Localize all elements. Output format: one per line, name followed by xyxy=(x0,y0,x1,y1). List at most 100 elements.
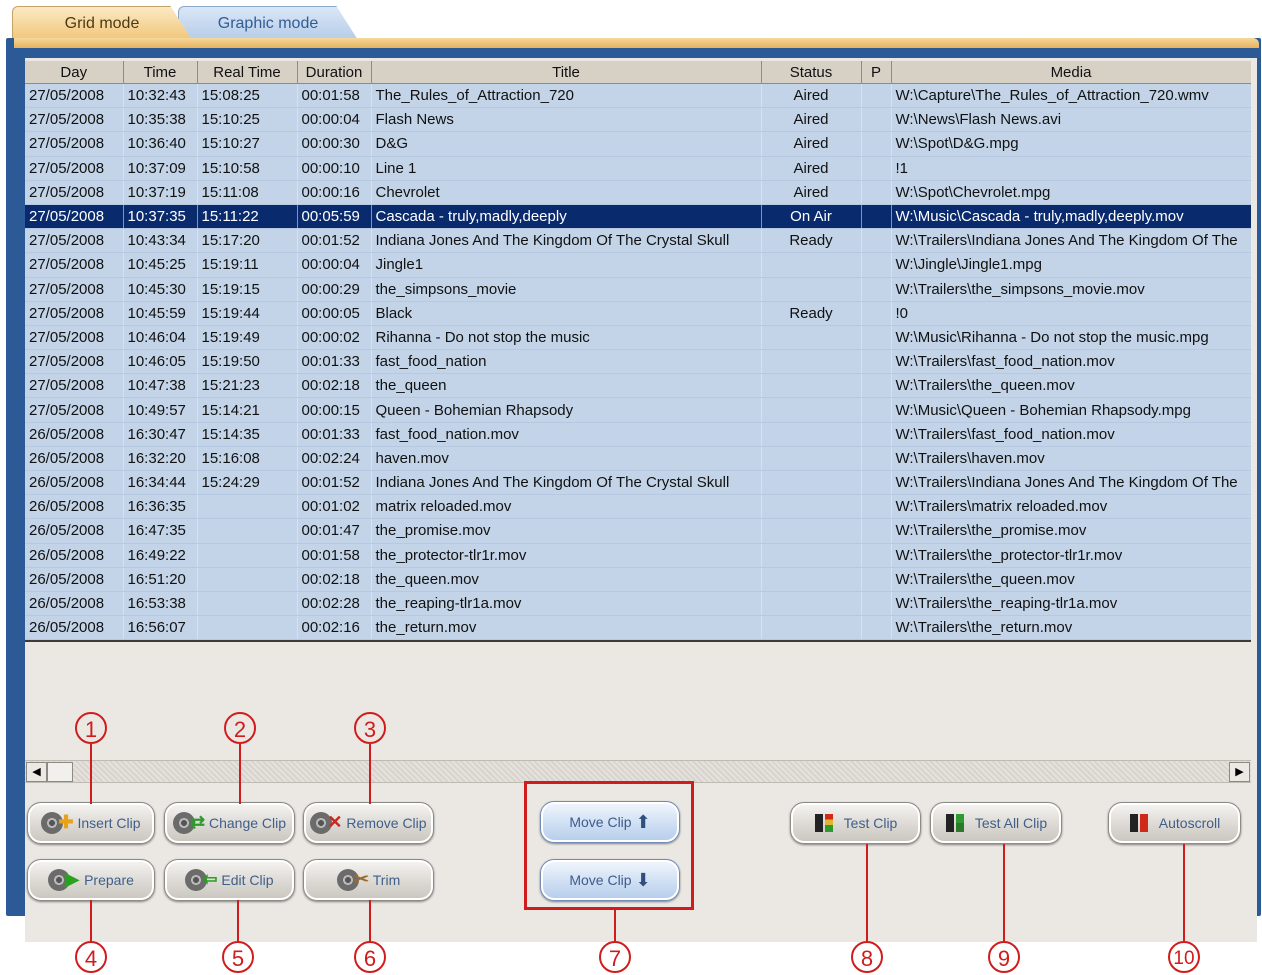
change-clip-button[interactable]: ⇄ Change Clip xyxy=(164,802,295,844)
cell-real-time: 15:11:22 xyxy=(197,204,298,230)
cell-day: 26/05/2008 xyxy=(25,470,124,496)
table-row[interactable]: 27/05/2008 10:49:57 15:14:21 00:00:15 Queen … xyxy=(25,397,1251,423)
cell-day: 27/05/2008 xyxy=(25,107,124,133)
cell-real-time: 15:19:11 xyxy=(197,252,298,278)
trim-button[interactable]: ✂ Trim xyxy=(303,859,434,901)
cell-media: W:\Jingle\Jingle1.mpg xyxy=(891,252,1251,278)
table-row[interactable]: 27/05/2008 10:45:30 15:19:15 00:00:29 the_si… xyxy=(25,277,1251,302)
reel-plus-icon: ✚ xyxy=(41,810,74,836)
cell-media: W:\Trailers\haven.mov xyxy=(891,446,1251,472)
cell-day: 26/05/2008 xyxy=(25,446,124,472)
cell-duration: 00:00:05 xyxy=(297,301,372,326)
cell-time: 10:37:19 xyxy=(123,180,198,205)
playlist-table: Day Time Real Time Duration Title Status… xyxy=(25,61,1251,640)
cell-time: 10:45:30 xyxy=(123,277,198,302)
autoscroll-button[interactable]: Autoscroll xyxy=(1108,802,1241,844)
column-header-duration[interactable]: Duration xyxy=(297,61,372,84)
panel-header-band xyxy=(14,38,1259,48)
cell-media: W:\Trailers\fast_food_nation.mov xyxy=(891,422,1251,447)
column-header-status[interactable]: Status xyxy=(761,61,862,84)
cell-real-time xyxy=(197,494,298,520)
table-row[interactable]: 27/05/2008 10:46:05 15:19:50 00:01:33 fast_f… xyxy=(25,349,1251,375)
cell-time: 10:45:25 xyxy=(123,252,198,278)
table-row[interactable]: 27/05/2008 10:37:35 15:11:22 00:05:59 Cascad… xyxy=(25,204,1251,230)
table-row[interactable]: 27/05/2008 10:37:19 15:11:08 00:00:16 Chevro… xyxy=(25,180,1251,205)
table-row[interactable]: 26/05/2008 16:56:07 00:02:16 the_return.mov… xyxy=(25,615,1251,640)
table-row[interactable]: 26/05/2008 16:51:20 00:02:18 the_queen.mov W… xyxy=(25,567,1251,592)
cell-day: 27/05/2008 xyxy=(25,301,124,326)
edit-clip-button[interactable]: ⇦ Edit Clip xyxy=(164,859,295,901)
cell-p xyxy=(861,543,892,568)
remove-clip-label: Remove Clip xyxy=(346,815,427,831)
table-row[interactable]: 26/05/2008 16:49:22 00:01:58 the_protector-… xyxy=(25,543,1251,568)
column-header-real-time[interactable]: Real Time xyxy=(197,61,298,84)
cell-day: 27/05/2008 xyxy=(25,83,124,109)
table-row[interactable]: 26/05/2008 16:36:35 00:01:02 matrix reloade… xyxy=(25,494,1251,520)
scroll-thumb[interactable] xyxy=(47,762,73,782)
playlist-grid[interactable]: Day Time Real Time Duration Title Status… xyxy=(25,61,1251,640)
table-row[interactable]: 27/05/2008 10:45:25 15:19:11 00:00:04 Jingle… xyxy=(25,252,1251,278)
table-row[interactable]: 27/05/2008 10:43:34 15:17:20 00:01:52 Indian… xyxy=(25,228,1251,254)
cell-day: 26/05/2008 xyxy=(25,518,124,544)
callout-7-line xyxy=(614,909,616,943)
tab-grid-mode[interactable]: Grid mode xyxy=(12,6,192,40)
cell-media: W:\Trailers\fast_food_nation.mov xyxy=(891,349,1251,375)
cell-media: W:\Trailers\the_reaping-tlr1a.mov xyxy=(891,591,1251,617)
cell-title: the_queen xyxy=(371,373,762,399)
trim-icon: ✂ xyxy=(336,867,369,893)
table-row[interactable]: 27/05/2008 10:36:40 15:10:27 00:00:30 D&G Air… xyxy=(25,131,1251,157)
column-header-day[interactable]: Day xyxy=(25,61,124,84)
cell-duration: 00:02:18 xyxy=(297,567,372,592)
cell-media: W:\News\Flash News.avi xyxy=(891,107,1251,133)
cell-day: 27/05/2008 xyxy=(25,373,124,399)
test-clip-button[interactable]: Test Clip xyxy=(790,802,921,844)
cell-status: Aired xyxy=(761,180,862,205)
callout-6-line xyxy=(369,900,371,943)
cell-time: 10:35:38 xyxy=(123,107,198,133)
table-row[interactable]: 26/05/2008 16:32:20 15:16:08 00:02:24 haven.… xyxy=(25,446,1251,472)
scroll-right-button[interactable]: ▶ xyxy=(1229,762,1250,782)
column-header-p[interactable]: P xyxy=(861,61,892,84)
edit-clip-label: Edit Clip xyxy=(221,872,274,888)
table-row[interactable]: 27/05/2008 10:35:38 15:10:25 00:00:04 Flash … xyxy=(25,107,1251,133)
insert-clip-button[interactable]: ✚ Insert Clip xyxy=(27,802,155,844)
cell-status: Aired xyxy=(761,131,862,157)
insert-clip-label: Insert Clip xyxy=(77,815,141,831)
test-all-clip-button[interactable]: Test All Clip xyxy=(930,802,1062,844)
cell-duration: 00:02:24 xyxy=(297,446,372,472)
reel-edit-icon: ⇦ xyxy=(185,867,218,893)
cell-p xyxy=(861,494,892,520)
tab-graphic-mode[interactable]: Graphic mode xyxy=(178,6,358,40)
column-header-title[interactable]: Title xyxy=(371,61,762,84)
cell-media: W:\Trailers\Indiana Jones And The Kingdo… xyxy=(891,470,1251,496)
column-header-time[interactable]: Time xyxy=(123,61,198,84)
cell-title: the_queen.mov xyxy=(371,567,762,592)
cell-real-time: 15:19:15 xyxy=(197,277,298,302)
prepare-button[interactable]: ▶ Prepare xyxy=(27,859,155,901)
table-row[interactable]: 27/05/2008 10:37:09 15:10:58 00:00:10 Line 1… xyxy=(25,156,1251,181)
scroll-left-button[interactable]: ◀ xyxy=(26,762,47,782)
cell-real-time xyxy=(197,543,298,568)
table-row[interactable]: 26/05/2008 16:53:38 00:02:28 the_reaping-tl… xyxy=(25,591,1251,617)
cell-p xyxy=(861,156,892,181)
cell-p xyxy=(861,470,892,496)
table-row[interactable]: 27/05/2008 10:47:38 15:21:23 00:02:18 the_qu… xyxy=(25,373,1251,399)
level-bars-icon xyxy=(814,811,840,835)
reel-change-icon: ⇄ xyxy=(172,810,205,836)
column-header-media[interactable]: Media xyxy=(891,61,1251,84)
table-row[interactable]: 26/05/2008 16:47:35 00:01:47 the_promise.mo… xyxy=(25,518,1251,544)
cell-status xyxy=(761,446,862,472)
table-row[interactable]: 27/05/2008 10:32:43 15:08:25 00:01:58 The_Ru… xyxy=(25,83,1251,109)
table-row[interactable]: 27/05/2008 10:46:04 15:19:49 00:00:02 Rihann… xyxy=(25,325,1251,351)
callout-7: 7 xyxy=(599,941,631,973)
cell-title: Queen - Bohemian Rhapsody xyxy=(371,397,762,423)
horizontal-scrollbar[interactable]: ◀ ▶ xyxy=(25,760,1251,783)
change-clip-label: Change Clip xyxy=(208,815,287,831)
table-row[interactable]: 26/05/2008 16:30:47 15:14:35 00:01:33 fast_f… xyxy=(25,422,1251,447)
cell-duration: 00:01:58 xyxy=(297,83,372,109)
cell-media: W:\Trailers\the_queen.mov xyxy=(891,373,1251,399)
remove-clip-button[interactable]: ✕ Remove Clip xyxy=(303,802,434,844)
table-row[interactable]: 26/05/2008 16:34:44 15:24:29 00:01:52 Indian… xyxy=(25,470,1251,496)
table-row[interactable]: 27/05/2008 10:45:59 15:19:44 00:00:05 Black R… xyxy=(25,301,1251,326)
cell-day: 26/05/2008 xyxy=(25,422,124,447)
